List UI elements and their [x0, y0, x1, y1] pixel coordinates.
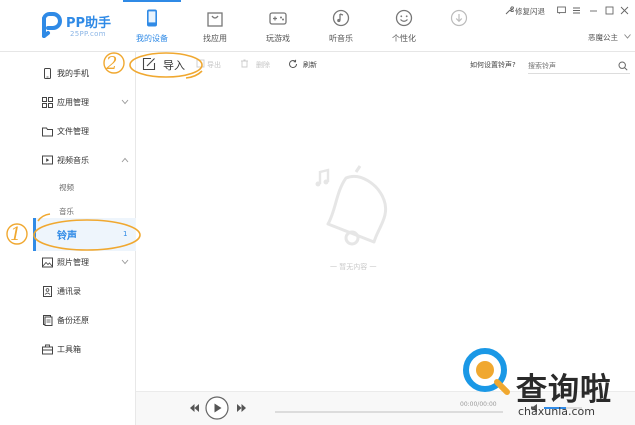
sidebar-item-label: 视频音乐 — [57, 156, 89, 165]
chevron-down-icon[interactable] — [624, 34, 631, 39]
nav-tab-music[interactable]: 听音乐 — [312, 9, 370, 49]
phone-icon — [147, 9, 157, 27]
close-icon[interactable] — [620, 6, 629, 15]
search-box[interactable] — [528, 58, 630, 73]
sidebar-item-label: 通讯录 — [57, 287, 81, 296]
sidebar-item-backup-restore[interactable]: 备份还原 — [33, 310, 136, 332]
video-icon — [42, 155, 53, 165]
trash-icon — [241, 59, 248, 68]
gamepad-icon — [269, 12, 287, 25]
nav-tab-label: 找应用 — [203, 34, 227, 43]
refresh-button[interactable]: 刷新 — [303, 60, 317, 70]
backup-icon — [43, 315, 53, 326]
repair-crash-link[interactable]: 修复闪退 — [515, 6, 545, 17]
import-highlight-ellipse — [129, 52, 203, 79]
sidebar-item-label: 应用管理 — [57, 98, 89, 107]
phone-icon — [44, 68, 51, 79]
message-icon[interactable] — [557, 6, 566, 15]
delete-button[interactable]: 删除 — [256, 60, 270, 70]
sidebar-item-toolbox[interactable]: 工具箱 — [33, 339, 136, 361]
nav-download-button[interactable] — [430, 9, 488, 49]
minimize-icon[interactable] — [589, 6, 598, 15]
nav-tab-label: 玩游戏 — [266, 34, 290, 43]
timecode: 00:00/00:00 — [460, 401, 497, 408]
contacts-icon — [43, 286, 52, 297]
chevron-down-icon — [121, 259, 129, 265]
chaxunla-logo-icon — [463, 348, 510, 395]
play-button[interactable] — [205, 396, 229, 420]
nav-tab-find-apps[interactable]: 找应用 — [186, 9, 244, 49]
sidebar-subitem-label: 视频 — [59, 183, 74, 192]
nav-tab-label: 听音乐 — [329, 34, 353, 43]
step-1-circle — [6, 223, 28, 245]
ringtone-help-link[interactable]: 如何设置铃声? — [470, 60, 516, 70]
user-name[interactable]: 恶魔公主 — [588, 32, 618, 43]
watermark-text: 查询啦 — [516, 372, 612, 408]
download-icon — [450, 9, 468, 27]
sidebar-item-video-music[interactable]: 视频音乐 — [33, 150, 136, 172]
sidebar-item-file-manage[interactable]: 文件管理 — [33, 121, 136, 143]
search-input[interactable] — [528, 58, 612, 73]
menu-icon[interactable] — [572, 6, 581, 15]
sidebar-item-label: 文件管理 — [57, 127, 89, 136]
maximize-icon[interactable] — [605, 6, 614, 15]
chevron-up-icon — [121, 157, 129, 163]
photo-icon — [42, 257, 53, 268]
nav-tab-label: 个性化 — [392, 34, 416, 43]
wrench-icon — [505, 6, 514, 15]
watermark-url: chaxunla.com — [518, 405, 595, 418]
progress-track[interactable] — [275, 411, 503, 413]
nav-active-indicator — [123, 0, 181, 2]
app-url: 25PP.com — [70, 30, 106, 38]
app-name: PP助手 — [66, 16, 112, 31]
pp-logo-icon — [42, 12, 62, 38]
step-2-circle — [103, 52, 125, 74]
sidebar-item-label: 工具箱 — [57, 345, 81, 354]
nav-tab-personalize[interactable]: 个性化 — [375, 9, 433, 49]
nav-tab-label: 我的设备 — [136, 34, 168, 43]
grid-icon — [42, 97, 53, 108]
ringtone-highlight-ellipse — [33, 213, 141, 251]
sidebar-item-label: 我的手机 — [57, 69, 89, 78]
export-button[interactable]: 导出 — [207, 60, 221, 70]
nav-tab-my-device[interactable]: 我的设备 — [123, 9, 181, 49]
sidebar-item-label: 照片管理 — [57, 258, 89, 267]
empty-state-text: 一 暂无内容 一 — [330, 263, 377, 271]
sidebar-subitem-video[interactable]: 视频 — [33, 177, 136, 199]
toolbox-icon — [42, 344, 53, 355]
music-disc-icon — [332, 9, 350, 27]
nav-tab-games[interactable]: 玩游戏 — [249, 9, 307, 49]
search-underline — [528, 73, 630, 74]
search-icon[interactable] — [618, 61, 628, 71]
next-icon[interactable] — [236, 403, 247, 413]
bell-icon — [315, 165, 388, 246]
sidebar-item-app-manage[interactable]: 应用管理 — [33, 92, 136, 114]
folder-icon — [42, 127, 53, 137]
previous-icon[interactable] — [189, 403, 200, 413]
sidebar-item-label: 备份还原 — [57, 316, 89, 325]
refresh-icon — [289, 59, 298, 69]
bag-icon — [207, 12, 223, 27]
sidebar-item-contacts[interactable]: 通讯录 — [33, 281, 136, 303]
chevron-down-icon — [121, 99, 129, 105]
smiley-icon — [395, 9, 413, 27]
